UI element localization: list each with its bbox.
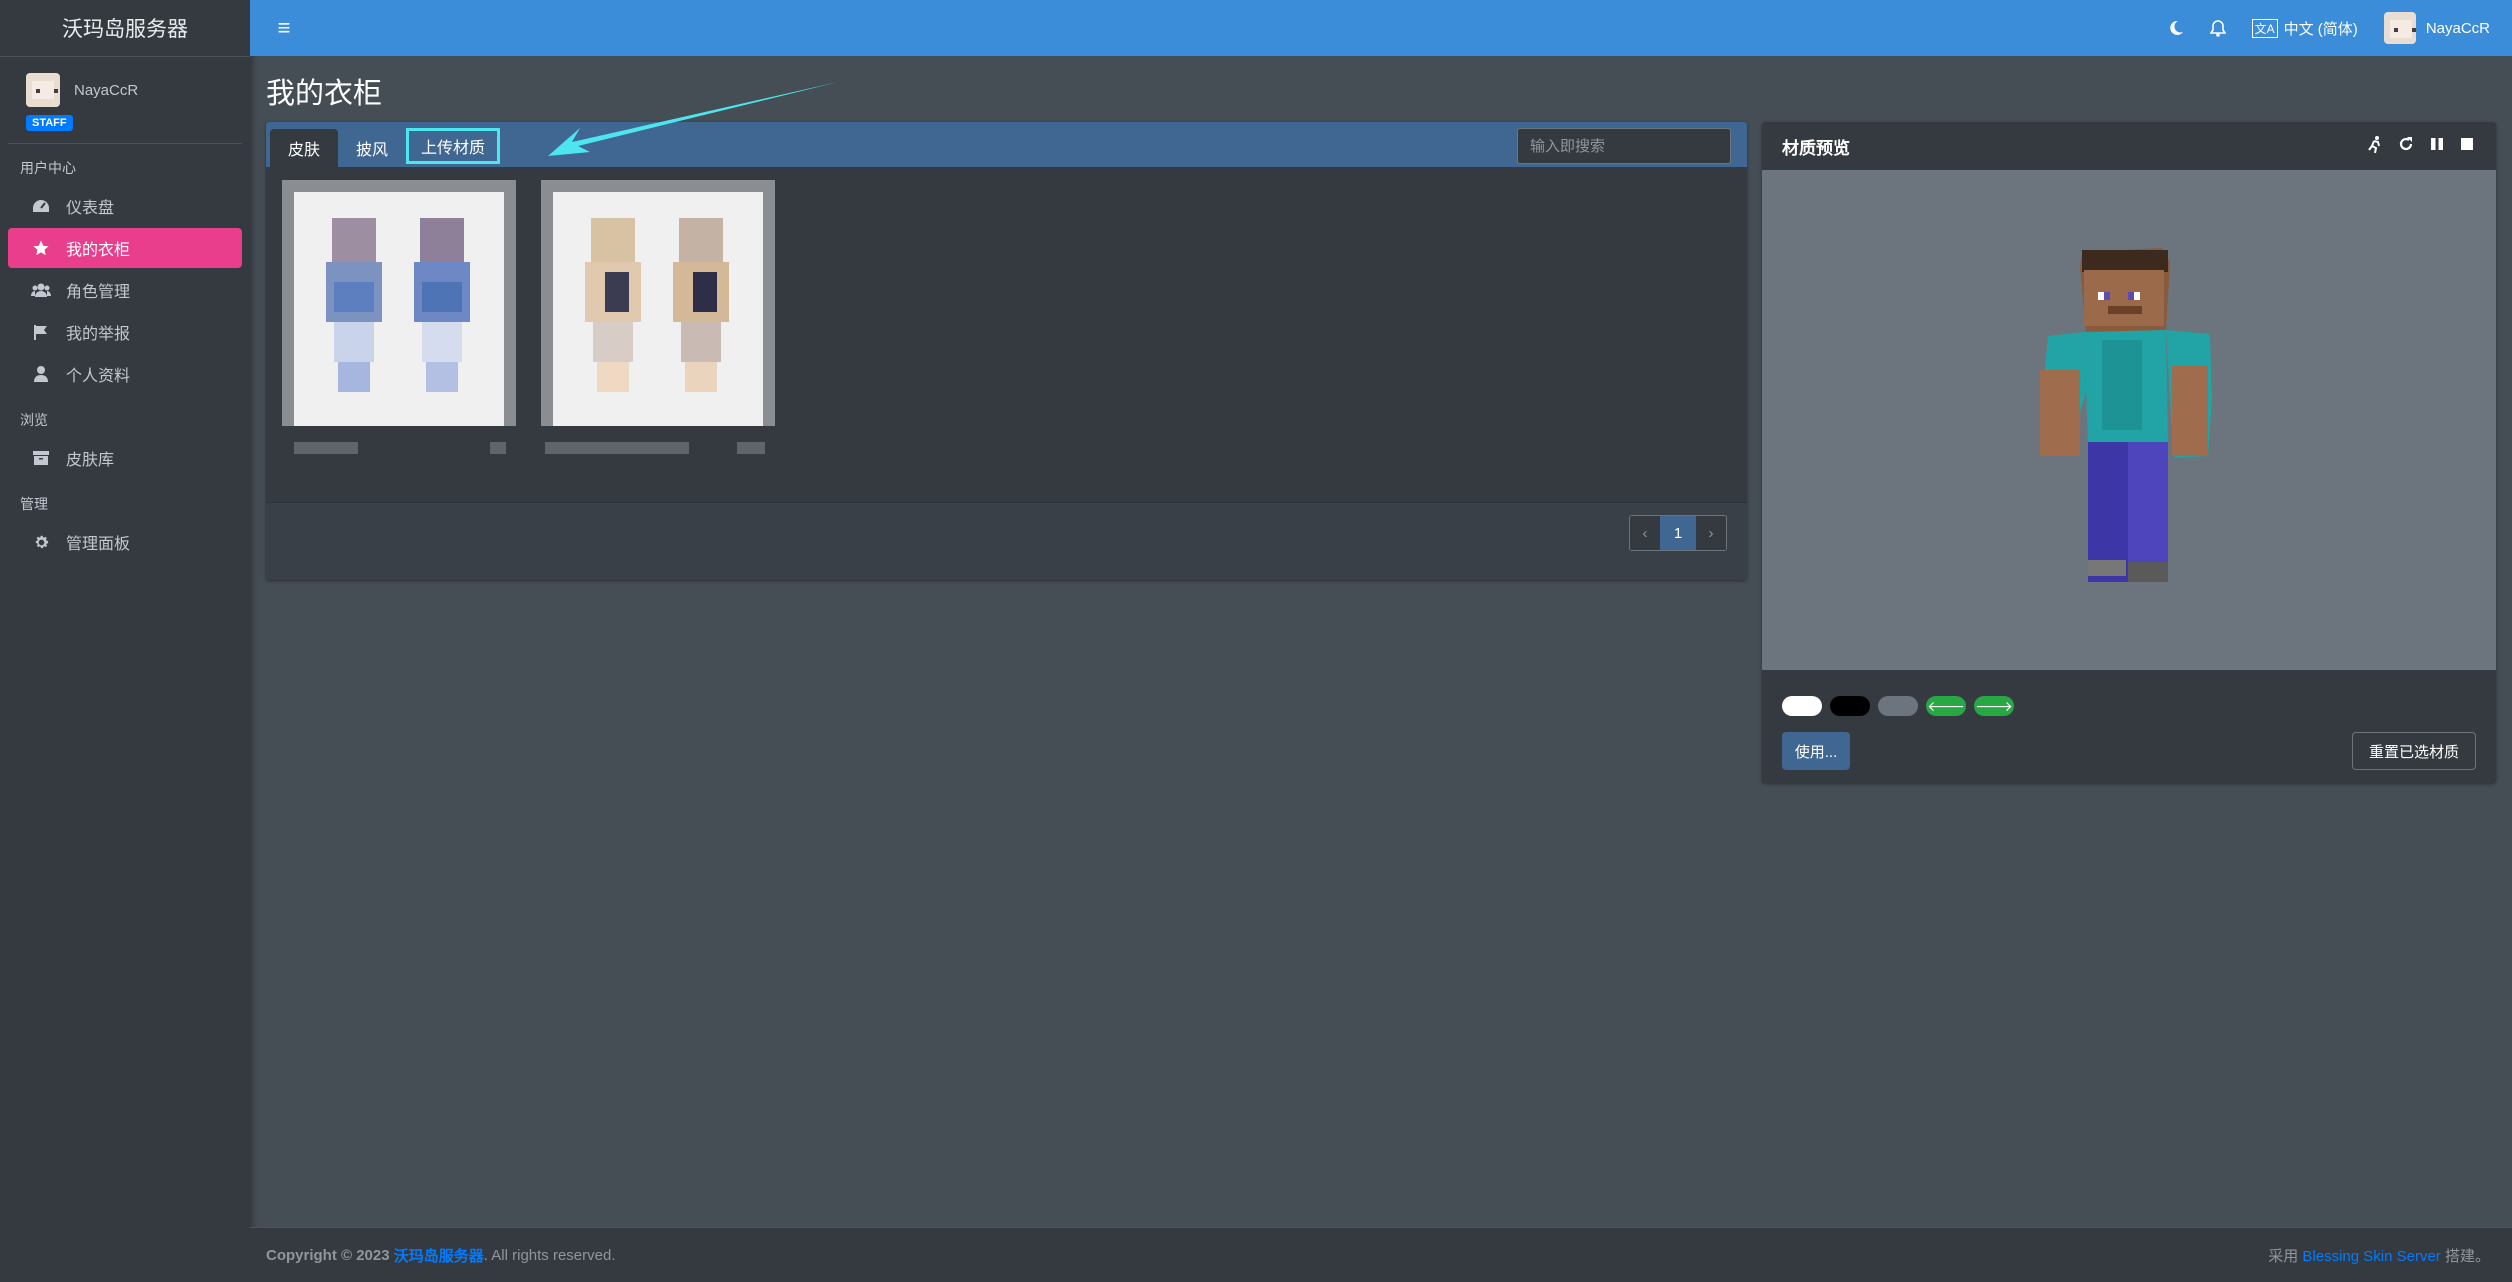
tab-cape[interactable]: 披风 — [338, 129, 406, 167]
star-icon — [30, 239, 52, 257]
brand-title[interactable]: 沃玛岛服务器 — [0, 0, 250, 57]
arrow-right-icon: 🡒 — [1975, 697, 2013, 714]
sidebar-item-label: 我的衣柜 — [66, 242, 131, 259]
site-link[interactable]: 沃玛岛服务器 — [394, 1245, 484, 1266]
texture-item[interactable] — [541, 180, 775, 468]
sidebar-item-label: 个人资料 — [66, 368, 131, 385]
powered-suffix: 搭建。 — [2444, 1247, 2490, 1265]
stop-icon[interactable] — [2460, 136, 2474, 158]
page-1-button[interactable]: 1 — [1660, 516, 1696, 550]
powered-by: 采用 Blessing Skin Server 搭建。 — [2268, 1245, 2490, 1266]
avatar[interactable] — [26, 73, 60, 107]
sidebar-item-players[interactable]: 角色管理 — [8, 270, 242, 310]
preview-toolbar — [2352, 136, 2474, 158]
avatar — [2383, 12, 2416, 44]
annotation-arrow — [548, 82, 838, 156]
sidebar-item-skinlib[interactable]: 皮肤库 — [8, 438, 242, 478]
dashboard-icon — [30, 197, 52, 215]
bg-gray-button[interactable] — [1878, 696, 1918, 716]
skin-viewer[interactable] — [1762, 170, 2496, 670]
prev-page-button[interactable]: ‹ — [1630, 516, 1660, 550]
bell-icon[interactable] — [2209, 19, 2226, 37]
steve-model-image — [2040, 248, 2212, 582]
skin-preview-image — [585, 218, 729, 392]
preview-card: 材质预览 🡐 🡒 使用... 重置已选材质 — [1762, 122, 2496, 783]
arrow-left-icon: 🡐 — [1927, 697, 1965, 714]
texture-item[interactable] — [282, 180, 516, 468]
reset-selected-button[interactable]: 重置已选材质 — [2352, 732, 2476, 770]
copyright-text: Copyright © 2023 — [266, 1246, 390, 1264]
copyright-suffix: . All rights reserved. — [483, 1246, 616, 1264]
archive-icon — [30, 449, 52, 467]
sidebar: 沃玛岛服务器 NayaCcR STAFF 用户中心 仪表盘 我的衣柜 角色管理 … — [0, 0, 250, 1282]
language-label: 中文 (简体) — [2283, 20, 2358, 38]
card-footer: ‹ 1 › — [266, 502, 1747, 580]
top-navbar: ≡ 文A 中文 (简体) NayaCcR — [250, 0, 2512, 56]
staff-badge: STAFF — [26, 115, 73, 131]
wardrobe-card: 皮肤 披风 上传材质 输入即搜索 ‹ 1 › — [266, 82, 1747, 580]
sidebar-item-dashboard[interactable]: 仪表盘 — [8, 186, 242, 226]
sidebar-item-reports[interactable]: 我的举报 — [8, 312, 242, 352]
users-icon — [30, 281, 52, 299]
language-selector[interactable]: 文A 中文 (简体) — [2251, 18, 2358, 39]
sidebar-item-label: 皮肤库 — [66, 452, 115, 469]
user-panel: NayaCcR STAFF — [8, 57, 242, 144]
blessing-skin-link[interactable]: Blessing Skin Server — [2302, 1248, 2440, 1265]
sidebar-item-label: 角色管理 — [66, 284, 131, 301]
sidebar-user-name[interactable]: NayaCcR — [74, 82, 138, 99]
nav-header-user: 用户中心 — [20, 160, 76, 176]
use-button[interactable]: 使用... — [1782, 732, 1850, 770]
rotate-icon[interactable] — [2398, 136, 2414, 158]
powered-prefix: 采用 — [2268, 1247, 2299, 1265]
texture-thumbnail[interactable] — [282, 180, 516, 426]
texture-name — [541, 426, 775, 468]
language-icon: 文A — [2251, 18, 2278, 38]
sidebar-item-label: 我的举报 — [66, 326, 131, 343]
next-page-button[interactable]: › — [1696, 516, 1726, 550]
background-swatches: 🡐 🡒 — [1782, 696, 2022, 716]
flag-icon — [30, 323, 52, 341]
dark-mode-icon[interactable] — [2168, 20, 2184, 36]
next-bg-button[interactable]: 🡒 — [1974, 696, 2014, 716]
user-icon — [30, 365, 52, 383]
pagination: ‹ 1 › — [1629, 515, 1727, 551]
running-icon[interactable] — [2368, 136, 2382, 158]
skin-preview-image — [326, 218, 470, 392]
sidebar-item-profile[interactable]: 个人资料 — [8, 354, 242, 394]
sidebar-item-wardrobe[interactable]: 我的衣柜 — [8, 228, 242, 268]
menu-toggle-icon[interactable]: ≡ — [250, 15, 318, 41]
user-menu[interactable]: NayaCcR — [2383, 12, 2490, 44]
texture-thumbnail[interactable] — [541, 180, 775, 426]
sidebar-item-label: 管理面板 — [66, 536, 131, 553]
bg-white-button[interactable] — [1782, 696, 1822, 716]
pause-icon[interactable] — [2430, 136, 2444, 158]
tab-upload[interactable]: 上传材质 — [406, 127, 501, 164]
sidebar-item-label: 仪表盘 — [66, 200, 115, 217]
tab-skin[interactable]: 皮肤 — [270, 128, 339, 167]
sidebar-item-admin[interactable]: 管理面板 — [8, 522, 242, 562]
prev-bg-button[interactable]: 🡐 — [1926, 696, 1966, 716]
nav-header-admin: 管理 — [20, 496, 48, 512]
gear-icon — [30, 533, 52, 551]
bg-black-button[interactable] — [1830, 696, 1870, 716]
nav-header-browse: 浏览 — [20, 412, 48, 428]
search-input[interactable] — [1517, 128, 1731, 164]
texture-name — [282, 426, 516, 468]
page-footer: Copyright © 2023 沃玛岛服务器 . All rights res… — [250, 1227, 2512, 1282]
page-title: 我的衣柜 — [266, 78, 383, 110]
top-user-name: NayaCcR — [2425, 19, 2490, 37]
